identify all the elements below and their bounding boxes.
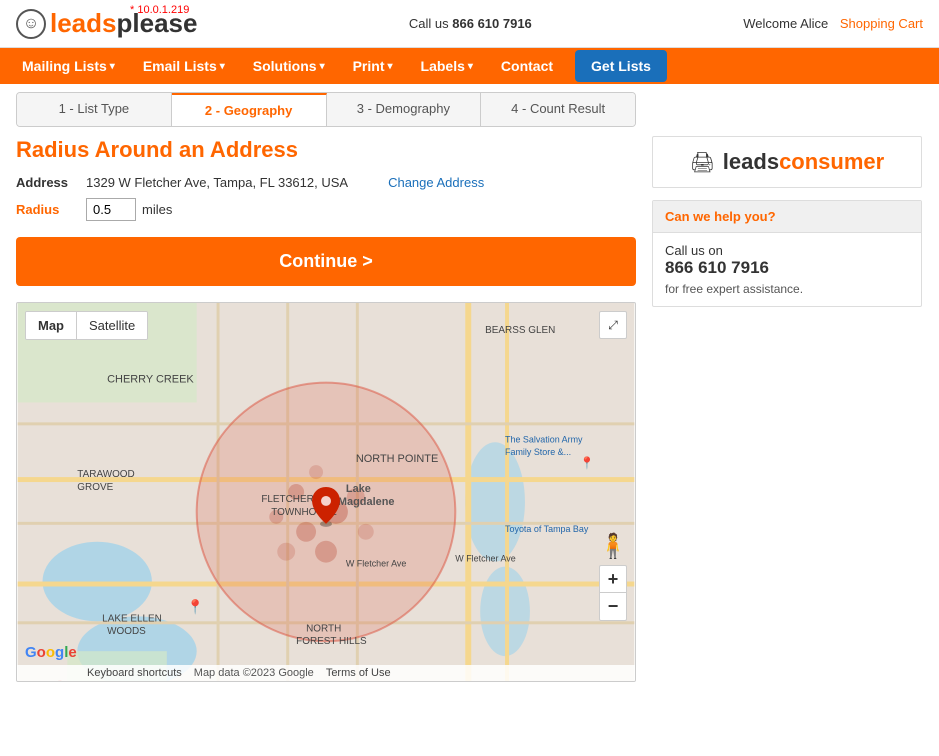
nav-item-solutions[interactable]: Solutions▾ <box>239 48 339 84</box>
map-tabs: Map Satellite <box>25 311 148 340</box>
change-address-link[interactable]: Change Address <box>388 175 484 190</box>
zoom-out-button[interactable]: − <box>599 593 627 621</box>
version-badge: * 10.0.1.219 <box>130 4 189 16</box>
page-title: Radius Around an Address <box>16 137 636 163</box>
header: ☺ leadsplease * 10.0.1.219 Call us 866 6… <box>0 0 939 48</box>
svg-text:FOREST HILLS: FOREST HILLS <box>296 636 367 647</box>
radius-row: Radius miles <box>16 198 636 221</box>
svg-text:NORTH: NORTH <box>306 623 341 634</box>
main-layout: 1 - List Type 2 - Geography 3 - Demograp… <box>0 92 939 682</box>
svg-text:📍: 📍 <box>580 456 595 470</box>
address-label: Address <box>16 175 86 190</box>
svg-text:Lake: Lake <box>346 483 371 495</box>
svg-text:📍: 📍 <box>187 598 204 615</box>
help-phone: 866 610 7916 <box>665 258 909 278</box>
map-container: CHERRY CREEK TARAWOOD GROVE NORTH POINTE… <box>16 302 636 682</box>
sidebar-logo-text: leadsconsumer <box>723 149 884 174</box>
map-footer: Keyboard shortcuts Map data ©2023 Google… <box>17 665 635 681</box>
breadcrumb-step-3[interactable]: 3 - Demography <box>327 93 482 126</box>
radius-unit: miles <box>142 202 172 217</box>
sidebar-logo-box: 🖨 leadsconsumer <box>652 136 922 188</box>
address-row: Address 1329 W Fletcher Ave, Tampa, FL 3… <box>16 175 636 190</box>
zoom-controls: + − <box>599 565 627 621</box>
nav-item-print[interactable]: Print▾ <box>339 48 407 84</box>
svg-text:W Fletcher Ave: W Fletcher Ave <box>346 559 406 569</box>
help-subtext: for free expert assistance. <box>665 282 909 296</box>
breadcrumb-step-4[interactable]: 4 - Count Result <box>481 93 635 126</box>
map-svg: CHERRY CREEK TARAWOOD GROVE NORTH POINTE… <box>17 303 635 681</box>
logo-icon: ☺ <box>16 9 46 39</box>
svg-text:BEARSS GLEN: BEARSS GLEN <box>485 325 555 336</box>
svg-text:CHERRY CREEK: CHERRY CREEK <box>107 374 194 386</box>
svg-text:Family Store &...: Family Store &... <box>505 447 571 457</box>
nav-item-get-lists[interactable]: Get Lists <box>575 50 667 82</box>
breadcrumb: 1 - List Type 2 - Geography 3 - Demograp… <box>16 92 636 127</box>
map-tab-map[interactable]: Map <box>26 312 76 339</box>
continue-button[interactable]: Continue > <box>16 237 636 286</box>
shopping-cart-link[interactable]: Shopping Cart <box>840 16 923 31</box>
map-tab-satellite[interactable]: Satellite <box>76 312 147 339</box>
sidebar-printer-icon: 🖨 <box>690 152 715 174</box>
phone-number: 866 610 7916 <box>452 16 532 31</box>
nav-item-email-lists[interactable]: Email Lists▾ <box>129 48 239 84</box>
svg-text:LAKE ELLEN: LAKE ELLEN <box>102 613 162 624</box>
map-data-credit: Map data ©2023 Google <box>194 667 314 679</box>
breadcrumb-step-1[interactable]: 1 - List Type <box>17 93 172 126</box>
help-body: Call us on 866 610 7916 for free expert … <box>653 233 921 306</box>
terms-of-use-link[interactable]: Terms of Use <box>326 667 391 679</box>
svg-text:W Fletcher Ave: W Fletcher Ave <box>455 554 515 564</box>
pegman-icon[interactable]: 🧍 <box>599 526 627 566</box>
map-fullscreen-button[interactable]: ⤢ <box>599 311 627 339</box>
svg-text:WOODS: WOODS <box>107 626 146 637</box>
address-value: 1329 W Fletcher Ave, Tampa, FL 33612, US… <box>86 175 348 190</box>
help-box: Can we help you? Call us on 866 610 7916… <box>652 200 922 307</box>
nav-item-contact[interactable]: Contact <box>487 48 567 84</box>
keyboard-shortcuts-link[interactable]: Keyboard shortcuts <box>87 667 182 679</box>
zoom-in-button[interactable]: + <box>599 565 627 593</box>
fullscreen-icon: ⤢ <box>608 318 618 333</box>
main-content: 1 - List Type 2 - Geography 3 - Demograp… <box>16 92 636 682</box>
radius-label: Radius <box>16 202 86 217</box>
svg-text:NORTH POINTE: NORTH POINTE <box>356 453 438 465</box>
nav-bar: Mailing Lists▾ Email Lists▾ Solutions▾ P… <box>0 48 939 84</box>
svg-text:Magdalene: Magdalene <box>338 496 395 508</box>
nav-item-mailing-lists[interactable]: Mailing Lists▾ <box>8 48 129 84</box>
header-phone: Call us 866 610 7916 <box>409 16 532 31</box>
google-logo: Google <box>25 644 77 661</box>
sidebar: 🖨 leadsconsumer Can we help you? Call us… <box>652 92 922 682</box>
svg-text:GROVE: GROVE <box>77 482 113 493</box>
header-user: Welcome Alice Shopping Cart <box>743 16 923 31</box>
breadcrumb-step-2[interactable]: 2 - Geography <box>172 93 327 126</box>
svg-text:Toyota of Tampa Bay: Toyota of Tampa Bay <box>505 524 589 534</box>
svg-text:TARAWOOD: TARAWOOD <box>77 469 134 480</box>
help-header: Can we help you? <box>653 201 921 233</box>
help-call-label: Call us on <box>665 243 723 258</box>
svg-text:The Salvation Army: The Salvation Army <box>505 434 583 444</box>
nav-item-labels[interactable]: Labels▾ <box>407 48 487 84</box>
radius-input[interactable] <box>86 198 136 221</box>
